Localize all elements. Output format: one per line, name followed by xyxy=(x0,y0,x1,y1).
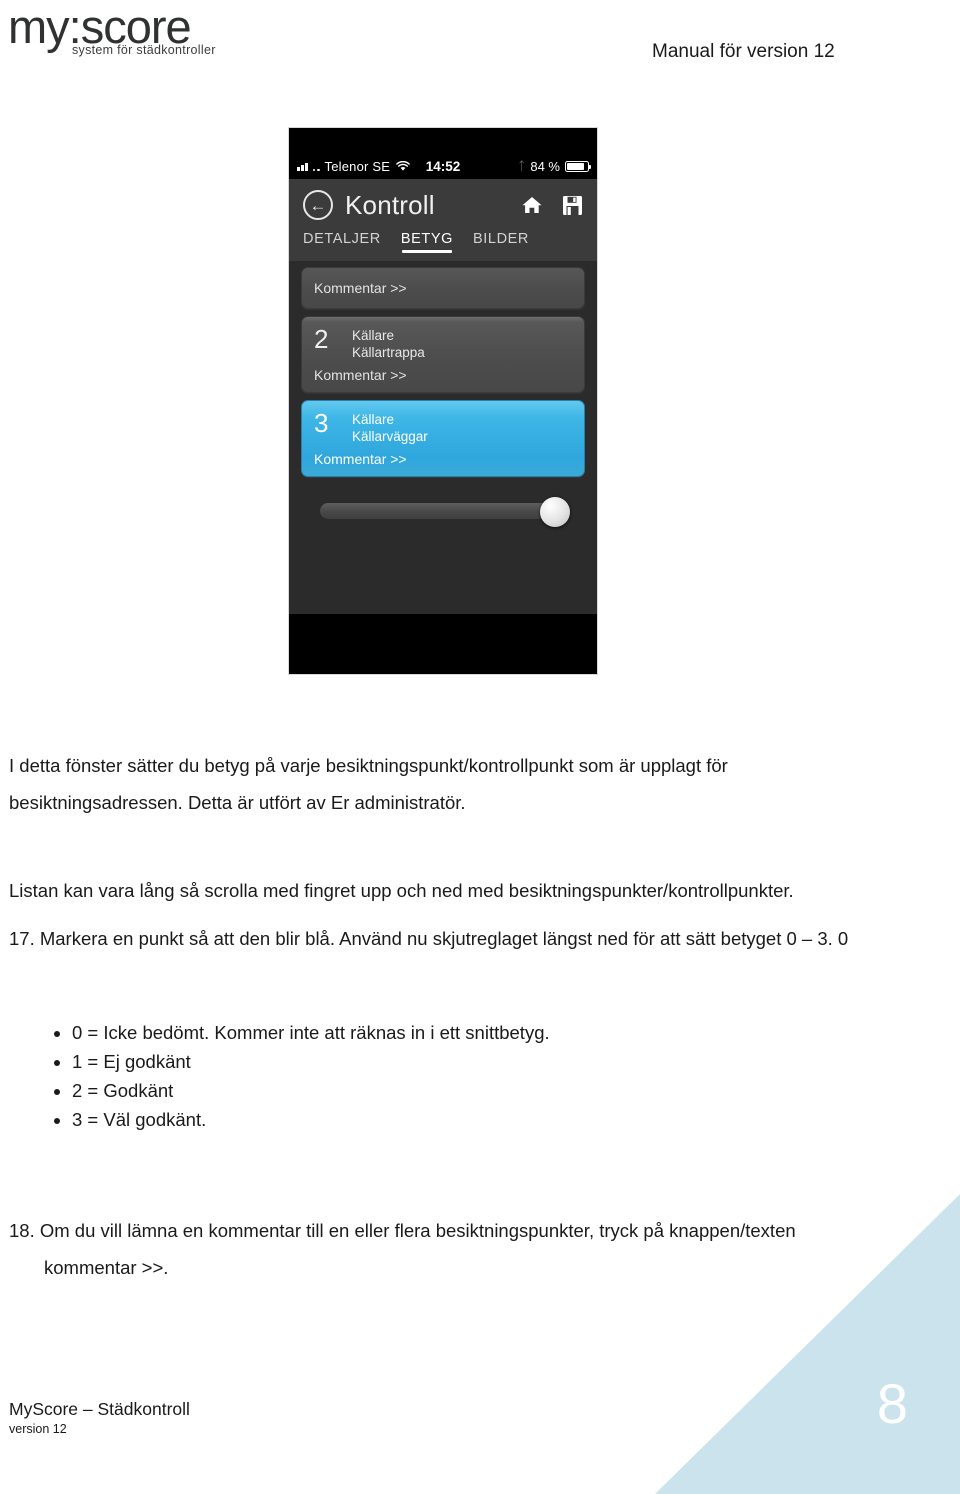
step-18-line1: 18. Om du vill lämna en kommentar till e… xyxy=(9,1220,796,1241)
tab-betyg[interactable]: BETYG xyxy=(401,231,453,253)
app-navigation-bar: ← Kontroll xyxy=(289,179,597,231)
card-score: 3 xyxy=(314,408,329,438)
save-floppy-icon[interactable] xyxy=(562,195,583,216)
carrier-name: Telenor SE xyxy=(324,158,391,174)
battery-percent: 84 % xyxy=(530,158,560,174)
document-footer: MyScore – Städkontroll version 12 xyxy=(9,1399,190,1436)
card-comment-link[interactable]: Kommentar >> xyxy=(314,445,572,476)
page-number: 8 xyxy=(876,1372,908,1435)
app-tab-bar: DETALJER BETYG BILDER xyxy=(289,231,597,261)
phone-status-bar: Telenor SE 14:52 ᛏ 84 % xyxy=(289,153,597,179)
paragraph-scroll-hint: Listan kan vara lång så scrolla med fing… xyxy=(9,880,794,901)
signal-bars-icon xyxy=(297,161,308,171)
list-item-selected[interactable]: 3 Källare Källarväggar Kommentar >> xyxy=(301,400,585,477)
myscore-logo: my:score system för städkontroller xyxy=(8,2,270,60)
signal-dots-icon xyxy=(312,161,320,171)
card-score: 2 xyxy=(314,324,329,354)
tab-detaljer[interactable]: DETALJER xyxy=(303,231,381,252)
list-item: 0 = Icke bedömt. Kommer inte att räknas … xyxy=(72,1018,924,1047)
phone-screenshot: Telenor SE 14:52 ᛏ 84 % ← Kontroll DETAL… xyxy=(288,127,598,675)
list-item: 3 = Väl godkänt. xyxy=(72,1105,924,1134)
bluetooth-icon: ᛏ xyxy=(518,159,526,173)
list-item: 1 = Ej godkänt xyxy=(72,1047,924,1076)
card-label-secondary: Källarväggar xyxy=(352,429,428,444)
document-header: my:score system för städkontroller Manua… xyxy=(0,0,960,100)
app-screen-title: Kontroll xyxy=(345,189,435,220)
manual-title: Manual för version 12 xyxy=(652,41,835,62)
logo-tagline: system för städkontroller xyxy=(72,43,216,57)
tab-bilder[interactable]: BILDER xyxy=(473,231,529,252)
list-item[interactable]: 2 Källare Källartrappa Kommentar >> xyxy=(301,316,585,393)
inspection-point-list[interactable]: Kommentar >> 2 Källare Källartrappa Komm… xyxy=(289,261,597,614)
grade-legend-list: 0 = Icke bedömt. Kommer inte att räknas … xyxy=(44,1018,924,1134)
card-label-primary: Källare xyxy=(352,412,395,427)
card-comment-link[interactable]: Kommentar >> xyxy=(314,280,407,296)
footer-title: MyScore – Städkontroll xyxy=(9,1399,190,1419)
phone-top-bezel xyxy=(289,128,597,153)
wifi-icon xyxy=(396,160,410,172)
home-icon[interactable] xyxy=(521,195,543,215)
document-page: 8 my:score system för städkontroller Man… xyxy=(0,0,960,1494)
card-label-primary: Källare xyxy=(352,328,395,343)
battery-icon xyxy=(565,160,592,172)
paragraph-step-17: 17. Markera en punkt så att den blir blå… xyxy=(9,928,849,949)
list-item[interactable]: Kommentar >> xyxy=(301,267,585,309)
footer-version: version 12 xyxy=(9,1422,67,1436)
betyg-slider-knob[interactable] xyxy=(540,497,570,527)
paragraph-step-18: 18. Om du vill lämna en kommentar till e… xyxy=(9,1212,839,1286)
paragraph-intro: I detta fönster sätter du betyg på varje… xyxy=(9,755,728,813)
phone-bottom-bezel xyxy=(289,614,597,666)
card-label-secondary: Källartrappa xyxy=(352,345,425,360)
betyg-slider-track[interactable] xyxy=(319,497,570,527)
list-item: 2 = Godkänt xyxy=(72,1076,924,1105)
card-comment-link[interactable]: Kommentar >> xyxy=(314,361,572,392)
betyg-slider-container[interactable] xyxy=(301,484,585,527)
back-arrow-icon[interactable]: ← xyxy=(303,190,333,220)
step-18-line2: kommentar >>. xyxy=(44,1257,169,1278)
